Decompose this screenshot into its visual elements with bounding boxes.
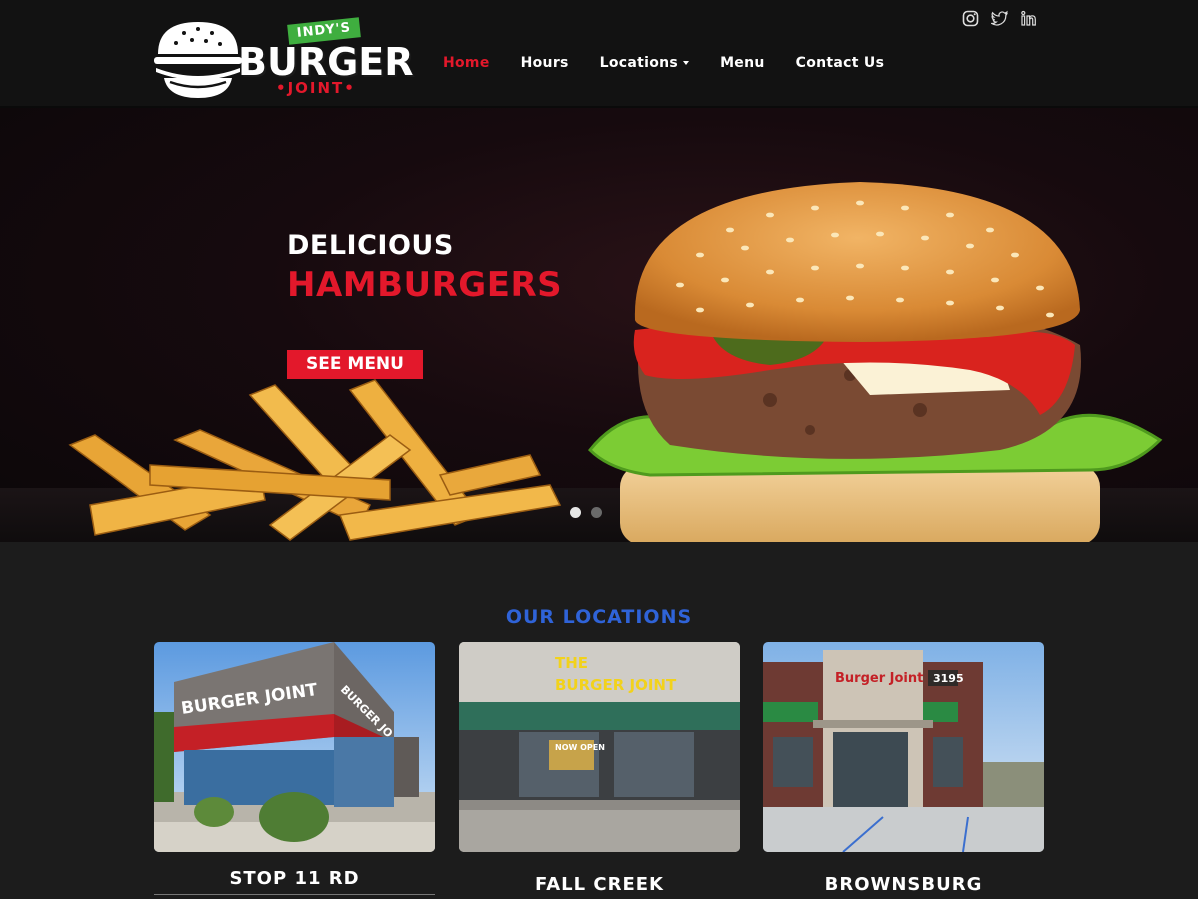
now-open-sign: NOW OPEN — [555, 743, 605, 752]
address-number: 3195 — [933, 672, 964, 685]
store-sign-line2: BURGER JOINT — [555, 676, 677, 694]
slider-dot-2[interactable] — [591, 507, 602, 518]
locations-heading: OUR LOCATIONS — [505, 606, 693, 628]
divider — [154, 894, 435, 895]
main-nav: Home Hours Locations Menu Contact Us — [443, 55, 915, 71]
burger-logo-icon — [154, 22, 242, 98]
hero-title-line2: HAMBURGERS — [287, 265, 563, 305]
location-photo[interactable]: THE BURGER JOINT NOW OPEN — [459, 642, 740, 852]
logo-subtitle: •JOINT• — [276, 79, 356, 97]
location-photo[interactable]: Burger Joint 3195 — [763, 642, 1044, 852]
nav-locations-label: Locations — [599, 55, 679, 71]
location-card-stop-11[interactable]: BURGER JOINT BURGER JO STOP 11 RD — [154, 642, 435, 895]
nav-home[interactable]: Home — [443, 55, 490, 71]
nav-hours[interactable]: Hours — [521, 55, 569, 71]
burger-image — [587, 182, 1163, 542]
hero-slider: DELICIOUS HAMBURGERS SEE MENU — [0, 108, 1198, 542]
site-logo[interactable]: INDY'S BURGER •JOINT• — [154, 17, 414, 100]
nav-locations[interactable]: Locations — [599, 55, 690, 71]
twitter-icon[interactable] — [989, 10, 1008, 27]
store-sign: Burger Joint — [835, 671, 923, 686]
instagram-icon[interactable] — [962, 10, 979, 27]
linkedin-icon[interactable] — [1020, 10, 1037, 27]
location-name[interactable]: BROWNSBURG — [763, 874, 1044, 895]
location-name[interactable]: FALL CREEK — [459, 874, 740, 895]
slider-dots — [570, 507, 602, 518]
fries-image — [68, 379, 562, 541]
location-card-brownsburg[interactable]: Burger Joint 3195 BROWNSBURG — [763, 642, 1044, 895]
see-menu-button[interactable]: SEE MENU — [287, 350, 423, 379]
location-card-fall-creek[interactable]: THE BURGER JOINT NOW OPEN FALL CREEK — [459, 642, 740, 895]
hero-title-line1: DELICIOUS — [287, 230, 454, 261]
nav-contact[interactable]: Contact Us — [796, 55, 885, 71]
social-links — [962, 10, 1037, 27]
logo-wordmark: BURGER — [238, 40, 414, 84]
store-sign-line1: THE — [555, 654, 588, 672]
site-header: INDY'S BURGER •JOINT• Home Hours Locatio… — [0, 0, 1198, 108]
chevron-down-icon — [683, 61, 690, 65]
location-photo[interactable]: BURGER JOINT BURGER JO — [154, 642, 435, 852]
location-name[interactable]: STOP 11 RD — [154, 868, 435, 889]
slider-dot-1[interactable] — [570, 507, 581, 518]
nav-menu[interactable]: Menu — [720, 55, 765, 71]
